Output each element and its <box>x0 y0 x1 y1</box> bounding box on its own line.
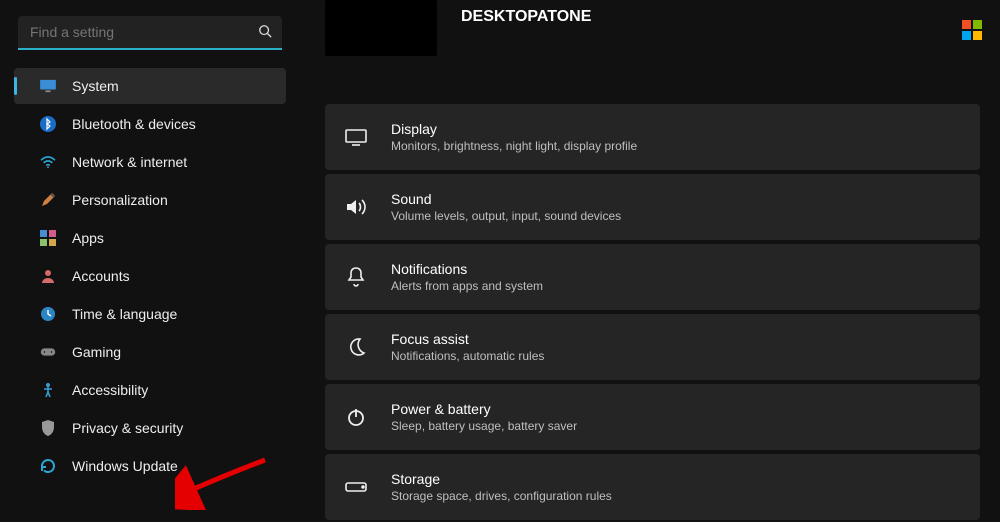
card-storage[interactable]: Storage Storage space, drives, configura… <box>325 454 980 520</box>
nav-item-accounts[interactable]: Accounts <box>14 258 286 294</box>
card-subtitle: Storage space, drives, configuration rul… <box>391 489 612 503</box>
nav-item-time-language[interactable]: Time & language <box>14 296 286 332</box>
storage-icon <box>343 474 369 500</box>
nav-label: Gaming <box>72 344 121 360</box>
profile-picture[interactable] <box>325 0 437 56</box>
card-power-battery[interactable]: Power & battery Sleep, battery usage, ba… <box>325 384 980 450</box>
power-icon <box>343 404 369 430</box>
nav-item-apps[interactable]: Apps <box>14 220 286 256</box>
card-title: Display <box>391 121 637 137</box>
profile-name: DESKTOPATONE <box>461 8 591 26</box>
nav-item-windows-update[interactable]: Windows Update <box>14 448 286 484</box>
nav-label: Accounts <box>72 268 130 284</box>
nav-label: Bluetooth & devices <box>72 116 196 132</box>
search-box[interactable] <box>18 16 282 50</box>
card-subtitle: Sleep, battery usage, battery saver <box>391 419 577 433</box>
search-input[interactable] <box>28 23 258 41</box>
person-icon <box>38 266 58 286</box>
nav-label: Network & internet <box>72 154 187 170</box>
nav-item-privacy[interactable]: Privacy & security <box>14 410 286 446</box>
wifi-icon <box>38 152 58 172</box>
nav-label: Windows Update <box>72 458 178 474</box>
header: DESKTOPATONE <box>325 0 1000 70</box>
card-title: Storage <box>391 471 612 487</box>
card-subtitle: Monitors, brightness, night light, displ… <box>391 139 637 153</box>
nav-label: Time & language <box>72 306 177 322</box>
card-subtitle: Alerts from apps and system <box>391 279 543 293</box>
microsoft-logo-icon[interactable] <box>962 20 982 40</box>
card-notifications[interactable]: Notifications Alerts from apps and syste… <box>325 244 980 310</box>
card-sound[interactable]: Sound Volume levels, output, input, soun… <box>325 174 980 240</box>
nav-list: System Bluetooth & devices Network & int… <box>0 68 300 484</box>
display-icon <box>343 124 369 150</box>
card-title: Notifications <box>391 261 543 277</box>
card-subtitle: Volume levels, output, input, sound devi… <box>391 209 621 223</box>
bell-icon <box>343 264 369 290</box>
card-subtitle: Notifications, automatic rules <box>391 349 544 363</box>
nav-label: Privacy & security <box>72 420 183 436</box>
gamepad-icon <box>38 342 58 362</box>
card-focus-assist[interactable]: Focus assist Notifications, automatic ru… <box>325 314 980 380</box>
sidebar: System Bluetooth & devices Network & int… <box>0 0 300 522</box>
nav-label: Apps <box>72 230 104 246</box>
nav-label: System <box>72 78 119 94</box>
nav-label: Personalization <box>72 192 168 208</box>
shield-icon <box>38 418 58 438</box>
monitor-icon <box>38 76 58 96</box>
card-title: Power & battery <box>391 401 577 417</box>
card-display[interactable]: Display Monitors, brightness, night ligh… <box>325 104 980 170</box>
bluetooth-icon <box>38 114 58 134</box>
search-icon <box>258 24 272 41</box>
nav-item-system[interactable]: System <box>14 68 286 104</box>
card-title: Sound <box>391 191 621 207</box>
content-area: DESKTOPATONE Display Monitors, brightnes… <box>325 0 1000 522</box>
apps-icon <box>38 228 58 248</box>
card-title: Focus assist <box>391 331 544 347</box>
nav-item-gaming[interactable]: Gaming <box>14 334 286 370</box>
nav-item-network[interactable]: Network & internet <box>14 144 286 180</box>
sound-icon <box>343 194 369 220</box>
nav-label: Accessibility <box>72 382 148 398</box>
brush-icon <box>38 190 58 210</box>
accessibility-icon <box>38 380 58 400</box>
moon-icon <box>343 334 369 360</box>
clock-icon <box>38 304 58 324</box>
nav-item-personalization[interactable]: Personalization <box>14 182 286 218</box>
nav-item-accessibility[interactable]: Accessibility <box>14 372 286 408</box>
update-icon <box>38 456 58 476</box>
nav-item-bluetooth[interactable]: Bluetooth & devices <box>14 106 286 142</box>
